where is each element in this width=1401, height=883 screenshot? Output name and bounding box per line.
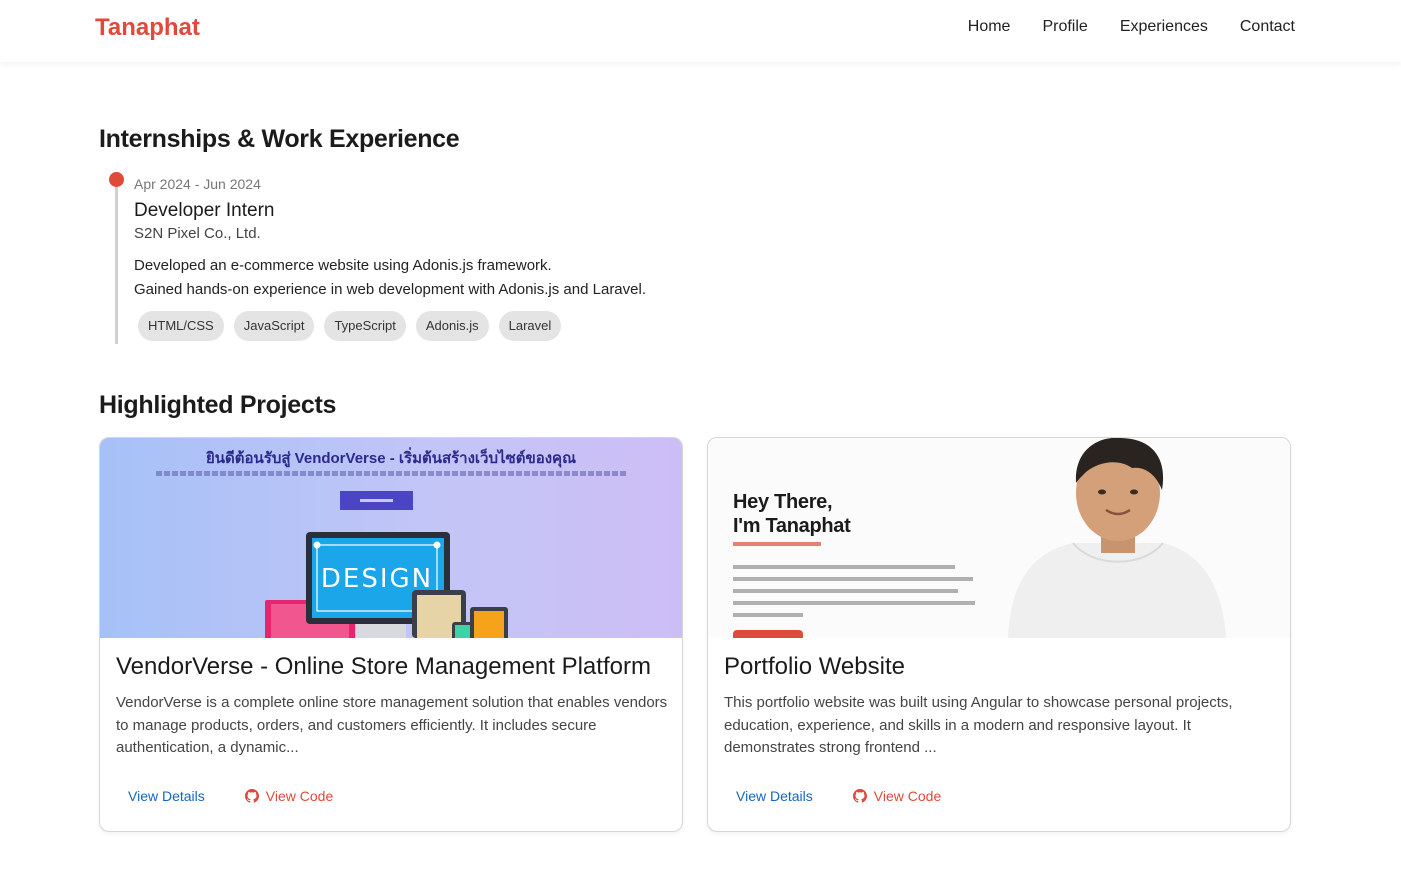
github-icon [852, 789, 867, 803]
github-icon [244, 789, 259, 803]
thumbnail-text-line [733, 565, 955, 569]
experience-description-line: Developed an e-commerce website using Ad… [134, 257, 552, 274]
experience-role: Developer Intern [134, 200, 275, 221]
nav-links: Home Profile Experiences Contact [968, 18, 1295, 36]
timeline-dot [109, 172, 124, 187]
view-details-button[interactable]: View Details [116, 786, 217, 806]
brand-logo[interactable]: Tanaphat [95, 14, 200, 42]
greeting-line: I'm Tanaphat [733, 515, 851, 537]
thumbnail-text-line [733, 613, 803, 617]
project-card-portfolio: Hey There, I'm Tanaphat Portfolio Websit… [707, 437, 1291, 832]
thumbnail-cta [733, 630, 803, 638]
experience-date: Apr 2024 - Jun 2024 [134, 176, 261, 192]
view-code-button[interactable]: View Code [233, 786, 345, 806]
nav-link-experiences[interactable]: Experiences [1120, 18, 1208, 36]
experience-description: Developed an e-commerce website using Ad… [134, 254, 646, 302]
thumbnail-text-line [733, 589, 958, 593]
project-description: This portfolio website was built using A… [724, 694, 1233, 756]
skill-tag: TypeScript [324, 311, 406, 341]
project-title: VendorVerse - Online Store Management Pl… [116, 653, 651, 680]
skill-tag: Laravel [498, 311, 562, 341]
thumbnail-subtext [156, 471, 626, 476]
experience-company: S2N Pixel Co., Ltd. [134, 225, 261, 242]
experience-timeline: Apr 2024 - Jun 2024 Developer Intern S2N… [99, 168, 799, 344]
project-actions: View Details View Code [724, 786, 953, 806]
view-code-label: View Code [265, 788, 334, 804]
timeline-line [115, 176, 118, 344]
top-navbar: Tanaphat Home Profile Experiences Contac… [0, 0, 1401, 62]
project-thumbnail[interactable]: Hey There, I'm Tanaphat [708, 438, 1290, 638]
portrait-photo [1008, 438, 1226, 638]
thumbnail-cta [340, 491, 413, 510]
view-details-button[interactable]: View Details [724, 786, 825, 806]
skill-tags: HTML/CSS JavaScript TypeScript Adonis.js… [138, 311, 562, 341]
screen-text: DESIGN [321, 564, 433, 594]
project-card-vendorverse: ยินดีต้อนรับสู่ VendorVerse - เริ่มต้นสร… [99, 437, 683, 832]
skill-tag: HTML/CSS [138, 311, 224, 341]
thumbnail-greeting: Hey There, I'm Tanaphat [733, 490, 851, 538]
thumbnail-text-line [733, 577, 973, 581]
projects-section-title: Highlighted Projects [99, 391, 337, 419]
thumbnail-email [733, 542, 821, 546]
skill-tag: Adonis.js [415, 311, 489, 341]
project-description: VendorVerse is a complete online store m… [116, 694, 668, 756]
nav-link-profile[interactable]: Profile [1042, 18, 1087, 36]
thumbnail-heading: ยินดีต้อนรับสู่ VendorVerse - เริ่มต้นสร… [205, 450, 576, 467]
project-actions: View Details View Code [116, 786, 345, 806]
experience-description-line: Gained hands-on experience in web develo… [134, 281, 646, 298]
project-thumbnail[interactable]: ยินดีต้อนรับสู่ VendorVerse - เริ่มต้นสร… [100, 438, 682, 638]
thumbnail-text-line [733, 601, 975, 605]
experience-section-title: Internships & Work Experience [99, 125, 460, 153]
view-code-label: View Code [873, 788, 942, 804]
nav-link-home[interactable]: Home [968, 18, 1011, 36]
project-title: Portfolio Website [724, 653, 905, 680]
skill-tag: JavaScript [233, 311, 315, 341]
devices-illustration: DESIGN [265, 532, 508, 638]
greeting-line: Hey There, [733, 491, 833, 513]
view-code-button[interactable]: View Code [841, 786, 953, 806]
nav-link-contact[interactable]: Contact [1240, 18, 1295, 36]
